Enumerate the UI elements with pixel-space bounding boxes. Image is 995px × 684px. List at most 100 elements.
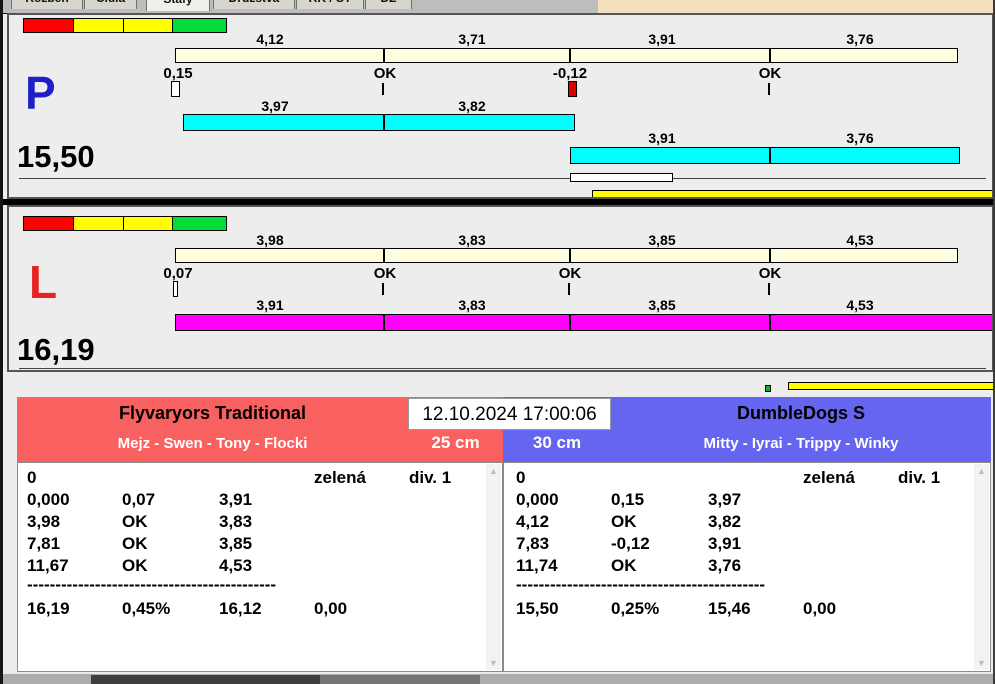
tab-rozbeh[interactable]: Rozbeh <box>11 0 83 9</box>
run-label: 3,91 <box>648 130 676 146</box>
changeover-label: OK <box>373 65 397 82</box>
tab-stafy[interactable]: Štafy <box>146 0 210 11</box>
split-track-bar <box>175 248 958 263</box>
bar-divider <box>769 148 771 163</box>
jump-height-left: 25 cm <box>431 433 480 452</box>
tab-rk-st[interactable]: RK / ST <box>296 0 364 9</box>
ok-tick <box>768 283 770 295</box>
scroll-up-icon[interactable]: ▲ <box>486 464 501 478</box>
lane-total-time: 16,19 <box>17 332 95 367</box>
table-cell: OK <box>122 556 148 575</box>
tab-label: Rozbeh <box>25 0 68 5</box>
table-cell: -0,12 <box>611 534 650 553</box>
scrollbar[interactable]: ▲ ▼ <box>486 464 501 670</box>
run-label: 3,83 <box>458 297 486 313</box>
total-penalty: 0,00 <box>314 599 348 618</box>
lane-panel-l: 3,98 3,83 3,85 4,53 0,07 OK OK OK 3,91 3… <box>7 205 993 372</box>
team-name: Flyvaryors Traditional <box>118 403 307 423</box>
results-table-right[interactable]: 0 zelená div. 1 0,000 0,15 3,97 4,12 OK … <box>503 462 991 672</box>
titlebar-remnant <box>598 0 993 13</box>
table-cell: 3,83 <box>219 512 253 531</box>
gap-strip <box>7 372 993 397</box>
totals-separator: ----------------------------------------… <box>27 575 277 594</box>
team-dogs: Mitty - Iyrai - Trippy - Winky <box>703 435 899 452</box>
light-green <box>173 217 226 230</box>
app-window: Rozbeh Cidla Štafy Družstvá RK / ST DZ 4… <box>0 0 995 684</box>
table-cell: 3,91 <box>219 490 253 509</box>
table-cell: 7,83 <box>516 534 550 553</box>
scroll-up-icon[interactable]: ▲ <box>974 464 989 478</box>
lane-panel-p: 4,12 3,71 3,91 3,76 0,15 OK -0,12 OK 3,9… <box>7 13 993 199</box>
split-label: 3,91 <box>648 31 676 47</box>
table-cell: 0 <box>27 468 37 487</box>
run-bar-full <box>175 314 992 331</box>
bar-divider <box>383 115 385 130</box>
light-red <box>24 19 74 32</box>
total-time: 16,19 <box>27 599 70 618</box>
total-penalty: 0,00 <box>803 599 837 618</box>
run-label: 3,85 <box>648 297 676 313</box>
ok-tick <box>382 83 384 95</box>
bar-divider <box>569 315 571 330</box>
table-cell: 0,000 <box>516 490 559 509</box>
changeover-label: -0,12 <box>552 65 588 82</box>
results-table-left[interactable]: 0 zelená div. 1 0,000 0,07 3,91 3,98 OK … <box>17 462 503 672</box>
table-cell: 7,81 <box>27 534 61 553</box>
bar-divider <box>383 315 385 330</box>
split-label: 3,76 <box>846 31 874 47</box>
split-label: 4,53 <box>846 232 874 248</box>
totals-separator: ----------------------------------------… <box>516 575 766 594</box>
total-adjusted: 16,12 <box>219 599 262 618</box>
start-marker <box>171 81 180 97</box>
table-cell: 11,74 <box>516 556 558 575</box>
bottom-status-bar <box>3 673 993 684</box>
timeline-segment <box>570 173 673 182</box>
light-yellow-2 <box>124 19 173 32</box>
total-adjusted: 15,46 <box>708 599 751 618</box>
green-marker <box>765 385 771 392</box>
scroll-down-icon[interactable]: ▼ <box>486 656 501 670</box>
split-label: 3,85 <box>648 232 676 248</box>
split-label: 3,71 <box>458 31 486 47</box>
split-track-bar <box>175 48 958 63</box>
run-label: 3,91 <box>256 297 284 313</box>
status-light-strip <box>23 216 227 231</box>
tab-label: Štafy <box>163 0 192 6</box>
total-time: 15,50 <box>516 599 559 618</box>
tab-druzstva[interactable]: Družstvá <box>213 0 295 9</box>
bar-divider <box>769 315 771 330</box>
scrollbar[interactable]: ▲ ▼ <box>974 464 989 670</box>
tab-cidla[interactable]: Cidla <box>84 0 137 9</box>
run-label: 3,82 <box>458 98 486 114</box>
total-pct: 0,25% <box>611 599 660 618</box>
start-marker <box>173 281 178 297</box>
lane-letter: L <box>29 256 58 308</box>
progress-bar-yellow <box>592 190 992 197</box>
light-yellow-2 <box>124 217 173 230</box>
tab-label: Družstvá <box>229 0 280 5</box>
changeover-label: 0,07 <box>163 265 193 282</box>
table-cell: 4,12 <box>516 512 550 531</box>
team-dogs: Mejz - Swen - Tony - Flocki <box>117 435 308 452</box>
division-label: div. 1 <box>409 468 452 487</box>
light-green <box>173 19 226 32</box>
bar-divider <box>769 249 771 262</box>
changeover-label: OK <box>558 265 582 282</box>
changeover-label: 0,15 <box>163 65 193 82</box>
jump-height-right: 30 cm <box>532 433 582 452</box>
light-yellow-1 <box>74 19 124 32</box>
scoreboard: Flyvaryors Traditional Mejz - Swen - Ton… <box>3 397 993 673</box>
table-cell: 0,000 <box>27 490 70 509</box>
split-label: 3,98 <box>256 232 284 248</box>
run-label: 3,97 <box>261 98 289 114</box>
scroll-down-icon[interactable]: ▼ <box>974 656 989 670</box>
bar-divider <box>383 249 385 262</box>
table-cell: OK <box>122 534 148 553</box>
changeover-label: OK <box>758 65 782 82</box>
bar-divider <box>569 249 571 262</box>
tab-label: DZ <box>381 0 397 5</box>
division-label: div. 1 <box>898 468 941 487</box>
split-label: 4,12 <box>256 31 284 47</box>
changeover-label: OK <box>758 265 782 282</box>
tab-dz[interactable]: DZ <box>365 0 412 9</box>
